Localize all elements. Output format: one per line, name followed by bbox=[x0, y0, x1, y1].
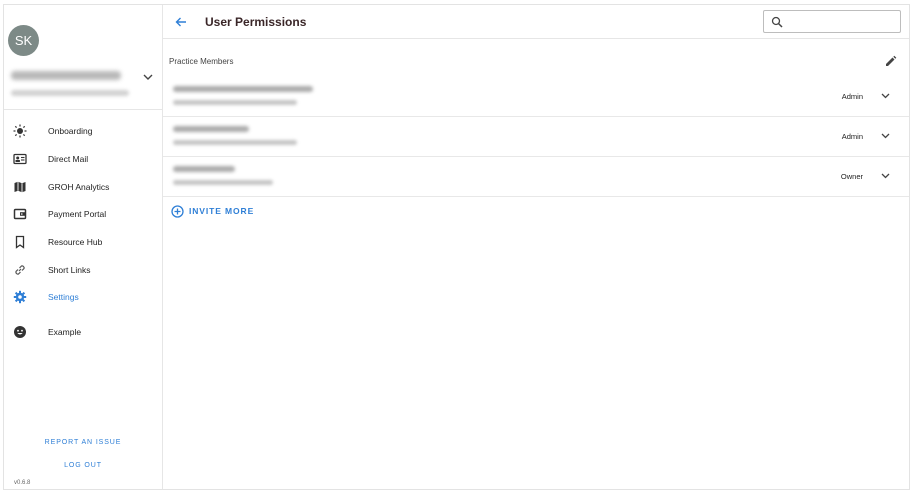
role-label: Admin bbox=[841, 132, 863, 141]
logout-button[interactable]: LOG OUT bbox=[4, 462, 162, 469]
link-icon bbox=[13, 263, 27, 277]
sidebar-item-label: Direct Mail bbox=[48, 154, 89, 164]
search-input[interactable] bbox=[788, 14, 894, 29]
role-label: Admin bbox=[841, 92, 863, 101]
sidebar-item-settings[interactable]: Settings bbox=[4, 285, 162, 309]
back-arrow-icon[interactable] bbox=[174, 15, 188, 29]
main-content: User Permissions Practice Members Admin … bbox=[163, 5, 909, 489]
member-name-redacted bbox=[173, 166, 235, 172]
page-title: User Permissions bbox=[205, 15, 307, 29]
sidebar-item-onboarding[interactable]: Onboarding bbox=[4, 119, 162, 143]
account-name-redacted bbox=[11, 71, 121, 80]
sidebar-item-label: Settings bbox=[48, 292, 79, 302]
invite-more-button[interactable]: INVITE MORE bbox=[171, 204, 254, 218]
gear-icon bbox=[13, 290, 27, 304]
map-icon bbox=[13, 180, 27, 194]
member-name-redacted bbox=[173, 126, 249, 132]
sidebar-item-label: Example bbox=[48, 327, 82, 337]
sidebar-item-direct-mail[interactable]: Direct Mail bbox=[4, 147, 162, 171]
account-email-redacted bbox=[11, 90, 129, 96]
invite-more-label: INVITE MORE bbox=[189, 206, 255, 216]
sidebar-item-groh-analytics[interactable]: GROH Analytics bbox=[4, 175, 162, 199]
member-row[interactable]: Owner bbox=[163, 157, 909, 197]
section-title: Practice Members bbox=[169, 57, 234, 66]
sidebar-item-label: Resource Hub bbox=[48, 237, 103, 247]
sidebar-divider bbox=[4, 109, 163, 110]
sidebar-item-label: GROH Analytics bbox=[48, 182, 110, 192]
edit-pencil-icon[interactable] bbox=[884, 55, 897, 68]
role-label: Owner bbox=[840, 172, 863, 181]
sidebar-item-label: Onboarding bbox=[48, 126, 93, 136]
sidebar-item-short-links[interactable]: Short Links bbox=[4, 258, 162, 282]
member-email-redacted bbox=[173, 180, 273, 185]
sidebar-item-label: Payment Portal bbox=[48, 209, 107, 219]
search-icon bbox=[771, 16, 783, 28]
member-row[interactable]: Admin bbox=[163, 117, 909, 157]
chevron-down-icon[interactable] bbox=[142, 71, 154, 83]
search-box[interactable] bbox=[763, 10, 901, 33]
sidebar-item-label: Short Links bbox=[48, 265, 91, 275]
sidebar-item-payment-portal[interactable]: Payment Portal bbox=[4, 202, 162, 226]
add-circle-icon bbox=[171, 204, 184, 218]
member-row[interactable]: Admin bbox=[163, 77, 909, 117]
contact-card-icon bbox=[13, 152, 27, 166]
chevron-down-icon[interactable] bbox=[880, 90, 891, 101]
bookmark-icon bbox=[13, 235, 27, 249]
top-bar: User Permissions bbox=[163, 5, 909, 39]
smiley-icon bbox=[13, 325, 27, 339]
chevron-down-icon[interactable] bbox=[880, 130, 891, 141]
app-window: SK Onboarding Direct Mail GROH Analytics bbox=[3, 4, 910, 490]
chevron-down-icon[interactable] bbox=[880, 170, 891, 181]
avatar[interactable]: SK bbox=[8, 25, 39, 56]
member-email-redacted bbox=[173, 100, 297, 105]
member-email-redacted bbox=[173, 140, 297, 145]
sidebar-item-resource-hub[interactable]: Resource Hub bbox=[4, 230, 162, 254]
wallet-icon bbox=[13, 207, 27, 221]
sun-icon bbox=[13, 124, 27, 138]
member-name-redacted bbox=[173, 86, 313, 92]
sidebar-item-example[interactable]: Example bbox=[4, 320, 162, 344]
sidebar: SK Onboarding Direct Mail GROH Analytics bbox=[4, 5, 163, 489]
report-issue-link[interactable]: REPORT AN ISSUE bbox=[4, 439, 162, 446]
version-label: v0.6.8 bbox=[14, 480, 31, 486]
